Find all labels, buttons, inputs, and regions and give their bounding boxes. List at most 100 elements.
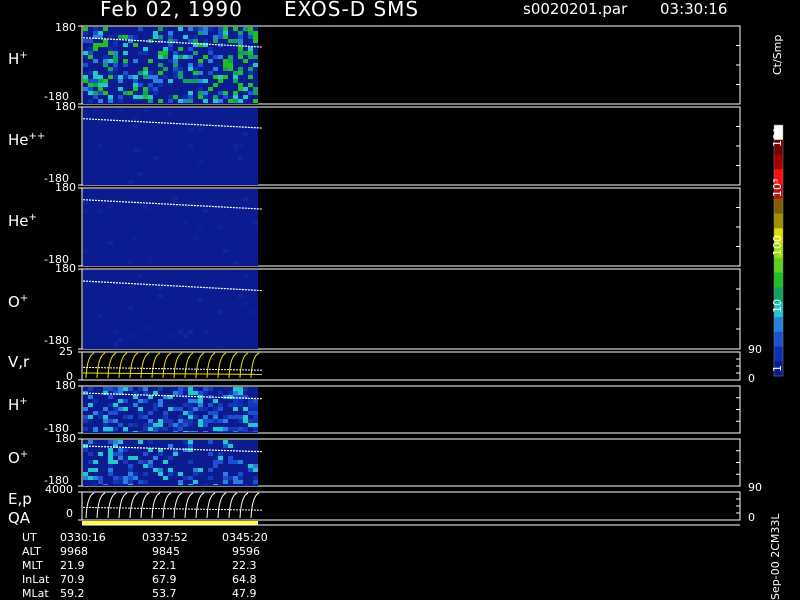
spectrogram-cell (83, 431, 88, 432)
spectrogram-cell (118, 35, 123, 39)
spectrogram-cell (133, 59, 138, 63)
spectrogram-cell (138, 71, 143, 75)
spectrogram-cell (108, 419, 113, 423)
spectrogram-cell (193, 407, 198, 411)
spectrogram-cell (88, 99, 93, 103)
colorbar-tick: 10³ (771, 178, 784, 197)
spectrogram-cell (173, 391, 178, 395)
panel-label-he-plusplus: He++ (8, 131, 46, 149)
spectrogram-cell (213, 83, 218, 87)
orbit-cell: 59.2 (60, 587, 85, 600)
spectrogram-cell (138, 480, 143, 484)
spectrogram-cell (188, 63, 193, 67)
spectrogram-cell (88, 91, 93, 95)
spectrogram-cell (193, 391, 198, 395)
spectrogram-cell (173, 55, 178, 59)
colorbar-segment (774, 346, 783, 362)
spectrogram-cell (198, 27, 203, 31)
spectrogram-cell (248, 55, 253, 59)
spectrogram-cell (248, 31, 253, 35)
spectrogram-cell (203, 55, 208, 59)
spectrogram-cell (88, 440, 93, 444)
spectrogram-cell (93, 91, 98, 95)
spectrogram-cell (138, 415, 143, 419)
spectrogram-cell (118, 338, 123, 342)
spectrogram-cell (118, 456, 123, 460)
spectrogram-cell (143, 67, 148, 71)
spectrogram-cell (238, 31, 243, 35)
spectrogram-cell (223, 59, 228, 63)
spectrogram-cell (243, 87, 248, 91)
spectrogram-cell (173, 71, 178, 75)
colorbar-tick: 100 (771, 235, 784, 256)
spectrogram-cell (133, 480, 138, 484)
spectrogram-cell (108, 456, 113, 460)
spectrogram-cell (193, 35, 198, 39)
spectrogram-cell (103, 59, 108, 63)
spectrogram-cell (153, 431, 158, 432)
spectrogram-cell (173, 427, 178, 431)
spectrogram-cell (248, 431, 253, 432)
spectrogram-cell (133, 83, 138, 87)
spectrogram-cell (178, 47, 183, 51)
spectrogram-cell (188, 47, 193, 51)
spectrogram-cell (183, 440, 188, 444)
spectrogram-cell (153, 468, 158, 472)
spectrogram-cell (193, 79, 198, 83)
colorbar-segment (774, 154, 783, 170)
spectrogram-cell (118, 415, 123, 419)
spectrogram-cell (173, 75, 178, 79)
spectrogram-cell (253, 99, 258, 103)
spectrogram-cell (208, 411, 213, 415)
colorbar-segment (774, 272, 783, 288)
spectrogram-cell (203, 431, 208, 432)
spectrogram-cell (218, 431, 223, 432)
orbit-cell: 0337:52 (142, 531, 188, 544)
spectrogram-cell (223, 444, 228, 448)
spectrogram-cell (243, 302, 248, 306)
spectrogram-cell (198, 31, 203, 35)
spectrogram-cell (208, 440, 213, 444)
spectrogram-cell (188, 472, 193, 476)
spectrogram-cell (233, 99, 238, 103)
spectrogram-cell (98, 83, 103, 87)
trace-curve (85, 352, 95, 379)
spectrogram-cell (148, 237, 153, 241)
spectrogram-cell (253, 95, 258, 99)
spectrogram-cell (103, 83, 108, 87)
spectrogram-cell (133, 116, 138, 120)
spectrogram-cell (83, 407, 88, 411)
orbit-cell: 70.9 (60, 573, 85, 586)
spectrogram-cell (198, 225, 203, 229)
spectrogram-cell (228, 63, 233, 67)
spectrogram-cell (108, 71, 113, 75)
spectrogram-cell (83, 395, 88, 399)
colorbar-segment (774, 198, 783, 215)
spectrogram-cell (158, 51, 163, 55)
spectrogram-cell (143, 132, 148, 136)
spectrogram-cell (248, 411, 253, 415)
spectrogram-cell (168, 35, 173, 39)
spectrogram-cell (233, 79, 238, 83)
spectrogram-cell (113, 342, 118, 346)
spectrogram-cell (228, 427, 233, 431)
spectrogram-cell (133, 95, 138, 99)
spectrogram-cell (183, 334, 188, 338)
trace-curve (184, 492, 194, 519)
spectrogram-cell (108, 460, 113, 464)
spectrogram-cell (108, 95, 113, 99)
spectrogram-cell (118, 99, 123, 103)
panel-label-h-plus: H+ (8, 50, 28, 68)
spectrogram-cell (188, 39, 193, 43)
spectrogram-cell (98, 480, 103, 484)
spectrogram-cell (213, 67, 218, 71)
spectrogram-cell (203, 95, 208, 99)
spectrogram-cell (163, 51, 168, 55)
spectrogram-cell (198, 391, 203, 395)
spectrogram-cell (243, 197, 248, 201)
spectrogram-cell (173, 197, 178, 201)
ytick-top: 180 (55, 432, 76, 445)
spectrogram-cell (198, 71, 203, 75)
spectrogram-cell (108, 484, 113, 485)
spectrogram-cell (88, 472, 93, 476)
